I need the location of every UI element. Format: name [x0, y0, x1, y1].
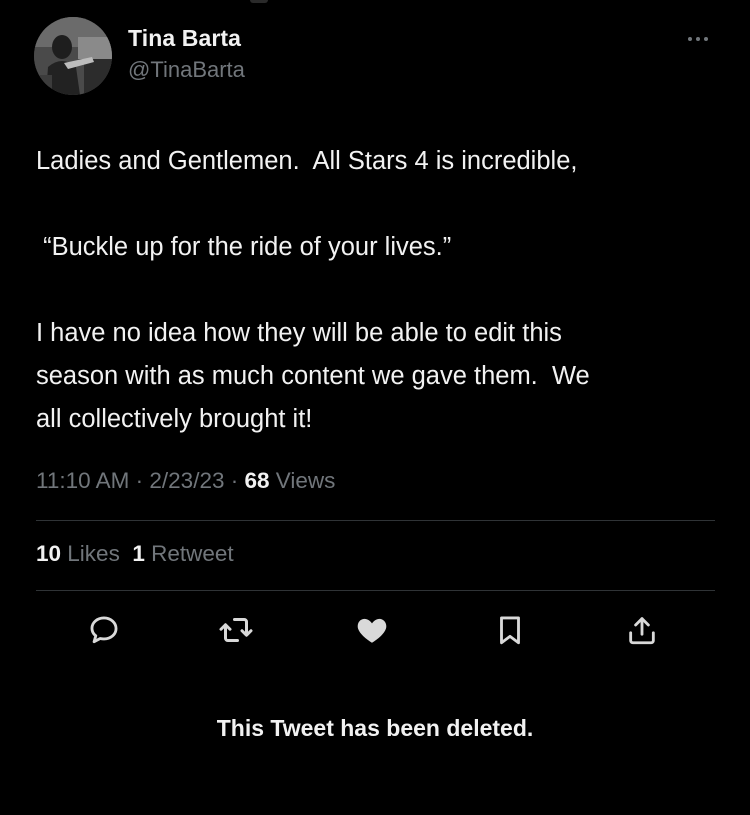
more-dot-icon [688, 37, 692, 41]
share-button[interactable] [622, 610, 662, 650]
more-options-button[interactable] [680, 28, 716, 50]
divider [36, 520, 715, 521]
tweet-line: “Buckle up for the ride of your lives.” [36, 233, 452, 261]
retweet-icon [219, 618, 253, 642]
tweet-time[interactable]: 11:10 AM [36, 468, 129, 493]
scroll-edge-indicator [250, 0, 268, 3]
tweet-date[interactable]: 2/23/23 [149, 468, 224, 493]
meta-separator: · [224, 468, 245, 493]
tweet-line: season with as much content we gave them… [36, 362, 590, 390]
bookmark-button[interactable] [490, 610, 530, 650]
meta-separator: · [129, 468, 150, 493]
engagement-stats: 10 Likes 1 Retweet [36, 541, 234, 567]
tweet-line: I have no idea how they will be able to … [36, 319, 562, 347]
tweet-text: Ladies and Gentlemen. All Stars 4 is inc… [36, 140, 726, 441]
retweet-button[interactable] [216, 610, 256, 650]
retweets-count: 1 [132, 541, 145, 566]
tweet-meta: 11:10 AM · 2/23/23 · 68 Views [36, 468, 335, 494]
author-handle[interactable]: @TinaBarta [128, 57, 245, 83]
avatar[interactable] [34, 17, 112, 95]
views-count: 68 [244, 468, 270, 493]
tweet-line: all collectively brought it! [36, 405, 313, 433]
likes-label: Likes [67, 541, 120, 566]
author-display-name[interactable]: Tina Barta [128, 25, 241, 52]
views-label: Views [275, 468, 336, 493]
like-button[interactable] [352, 610, 392, 650]
profile-photo-icon [34, 17, 112, 95]
more-dot-icon [704, 37, 708, 41]
likes-link[interactable]: 10 Likes [36, 541, 120, 566]
share-icon [629, 617, 655, 645]
deleted-tweet-notice: This Tweet has been deleted. [216, 715, 534, 741]
reply-icon [90, 616, 118, 644]
retweets-label: Retweet [151, 541, 234, 566]
heart-icon [357, 618, 387, 643]
more-dot-icon [696, 37, 700, 41]
tweet-line: Ladies and Gentlemen. All Stars 4 is inc… [36, 147, 578, 175]
retweets-link[interactable]: 1 Retweet [132, 541, 233, 566]
likes-count: 10 [36, 541, 62, 566]
reply-button[interactable] [84, 610, 124, 650]
bookmark-icon [500, 616, 520, 645]
divider [36, 590, 715, 591]
